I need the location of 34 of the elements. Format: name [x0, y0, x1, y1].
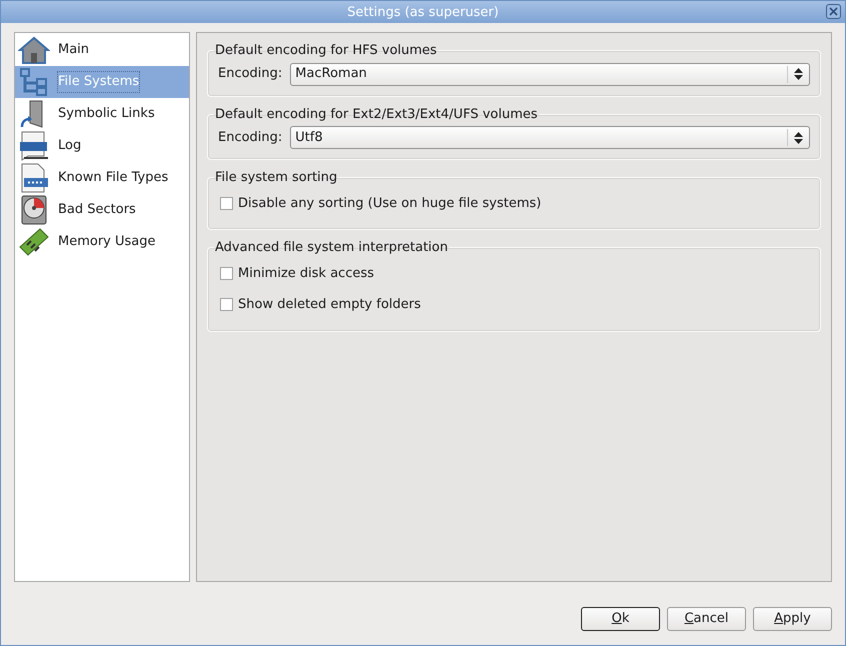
dropdown-value: MacRoman	[295, 65, 367, 84]
close-icon	[829, 7, 838, 16]
memory-icon	[18, 227, 50, 257]
checkbox-label: Show deleted empty folders	[238, 296, 421, 314]
spinner-arrows-icon	[794, 68, 803, 80]
checkbox-label: Disable any sorting (Use on huge file systems)	[238, 194, 542, 212]
field-label: Encoding:	[218, 128, 282, 147]
checkbox[interactable]	[220, 298, 233, 312]
dialog-button[interactable]: Ok	[581, 607, 660, 631]
field-label: Encoding:	[218, 65, 282, 84]
dialog-button[interactable]: Apply	[753, 607, 832, 631]
sidebar-item[interactable]: Memory Usage	[15, 226, 189, 258]
checkbox[interactable]	[220, 196, 233, 210]
group-title: Advanced file system interpretation	[214, 239, 449, 257]
window-title: Settings (as superuser)	[347, 6, 499, 18]
group-title: File system sorting	[214, 169, 338, 187]
sidebar-item[interactable]: Bad Sectors	[15, 194, 189, 226]
log-icon	[18, 131, 50, 161]
sidebar-item[interactable]: Main	[15, 34, 189, 66]
sidebar-item[interactable]: Log	[15, 130, 189, 162]
encoding-dropdown[interactable]: MacRoman	[290, 62, 810, 86]
group-title: Default encoding for HFS volumes	[214, 42, 438, 60]
tree-icon	[18, 67, 50, 97]
dialog-button[interactable]: Cancel	[667, 607, 746, 631]
dropdown-value: Utf8	[295, 128, 323, 147]
group-title: Default encoding for Ext2/Ext3/Ext4/UFS volumes	[214, 106, 539, 124]
sidebar-item[interactable]: Known File Types	[15, 162, 189, 194]
checkbox[interactable]	[220, 266, 233, 280]
checkbox-label: Minimize disk access	[238, 264, 374, 282]
house-icon	[18, 35, 50, 65]
close-button[interactable]	[826, 4, 841, 19]
sidebar-item[interactable]: Symbolic Links	[15, 98, 189, 130]
spinner-arrows-icon	[794, 132, 803, 144]
encoding-dropdown[interactable]: Utf8	[290, 126, 810, 149]
